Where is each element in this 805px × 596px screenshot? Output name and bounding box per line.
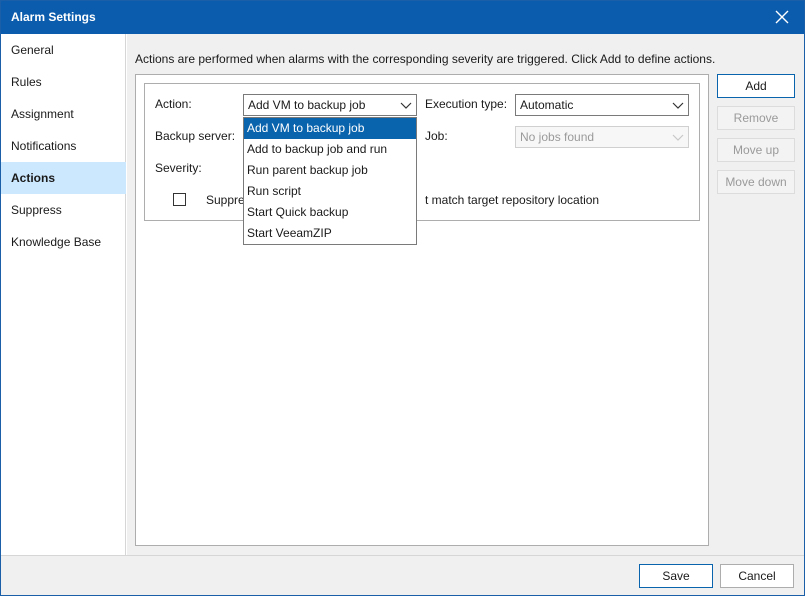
job-label: Job: <box>425 129 448 143</box>
sidebar-item-actions[interactable]: Actions <box>1 162 126 194</box>
action-label: Action: <box>155 97 192 111</box>
action-select-value: Add VM to backup job <box>248 98 366 112</box>
sidebar: General Rules Assignment Notifications A… <box>1 34 126 555</box>
chevron-down-icon <box>400 102 412 109</box>
execution-type-value: Automatic <box>520 98 574 112</box>
suppress-checkbox[interactable] <box>173 193 186 206</box>
chevron-down-icon <box>672 134 684 141</box>
sidebar-item-suppress[interactable]: Suppress <box>1 194 126 226</box>
severity-label: Severity: <box>155 161 202 175</box>
alarm-settings-window: Alarm Settings General Rules Assignment … <box>0 0 805 596</box>
job-select-value: No jobs found <box>520 130 595 144</box>
dropdown-option-quick-backup[interactable]: Start Quick backup <box>244 202 416 223</box>
execution-type-select[interactable]: Automatic <box>515 94 689 116</box>
cancel-button[interactable]: Cancel <box>720 564 794 588</box>
dropdown-option-add-vm[interactable]: Add VM to backup job <box>244 118 416 139</box>
move-up-button[interactable]: Move up <box>717 138 795 162</box>
sidebar-item-rules[interactable]: Rules <box>1 66 126 98</box>
title-bar: Alarm Settings <box>1 1 804 34</box>
window-title: Alarm Settings <box>11 10 96 24</box>
dropdown-option-run-script[interactable]: Run script <box>244 181 416 202</box>
suppress-label-end: t match target repository location <box>425 193 600 207</box>
sidebar-item-notifications[interactable]: Notifications <box>1 130 126 162</box>
dropdown-option-run-parent[interactable]: Run parent backup job <box>244 160 416 181</box>
dropdown-option-add-and-run[interactable]: Add to backup job and run <box>244 139 416 160</box>
execution-type-label: Execution type: <box>425 97 508 111</box>
sidebar-item-general[interactable]: General <box>1 34 126 66</box>
remove-button[interactable]: Remove <box>717 106 795 130</box>
add-button[interactable]: Add <box>717 74 795 98</box>
sidebar-item-assignment[interactable]: Assignment <box>1 98 126 130</box>
save-button[interactable]: Save <box>639 564 713 588</box>
close-icon[interactable] <box>774 9 790 25</box>
chevron-down-icon <box>672 102 684 109</box>
job-select: No jobs found <box>515 126 689 148</box>
suppress-label-start: Suppre <box>206 193 245 207</box>
action-dropdown-list: Add VM to backup job Add to backup job a… <box>243 117 417 245</box>
dropdown-option-veeamzip[interactable]: Start VeeamZIP <box>244 223 416 244</box>
backup-server-label: Backup server: <box>155 129 236 143</box>
action-select[interactable]: Add VM to backup job <box>243 94 417 116</box>
actions-page: Actions are performed when alarms with t… <box>127 34 804 555</box>
move-down-button[interactable]: Move down <box>717 170 795 194</box>
sidebar-item-knowledge-base[interactable]: Knowledge Base <box>1 226 126 258</box>
action-editor-group: Action: Add VM to backup job Execution t… <box>144 83 700 221</box>
actions-list-panel: Action: Add VM to backup job Execution t… <box>135 74 709 546</box>
dialog-footer: Save Cancel <box>1 555 804 595</box>
page-description: Actions are performed when alarms with t… <box>135 52 716 66</box>
